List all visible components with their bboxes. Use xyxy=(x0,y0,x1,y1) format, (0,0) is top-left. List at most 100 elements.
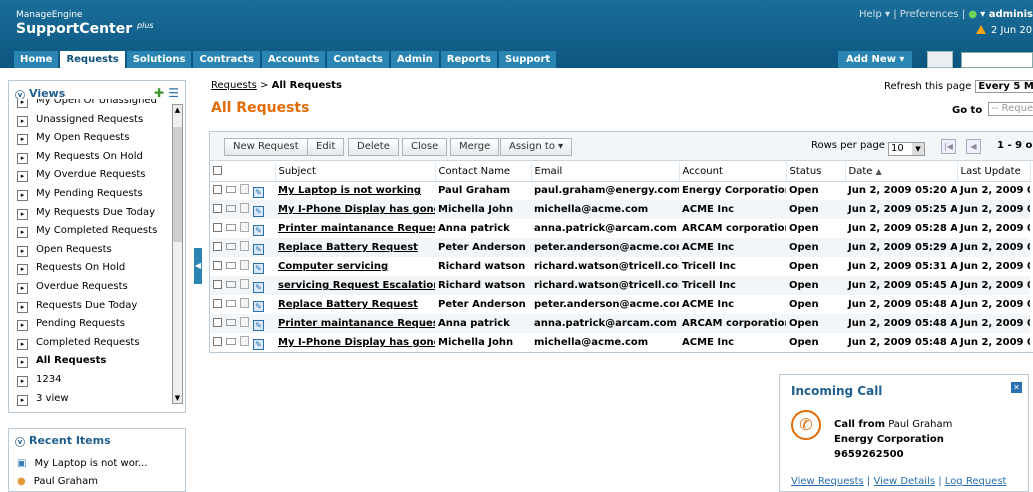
mail-icon[interactable] xyxy=(226,242,236,250)
row-checkbox[interactable] xyxy=(213,260,222,270)
top-search-input[interactable] xyxy=(961,52,1033,68)
mail-icon[interactable] xyxy=(226,261,236,269)
row-subject-link[interactable]: My I-Phone Display has gone xyxy=(275,200,435,219)
list-view-icon[interactable]: ☰ xyxy=(168,86,179,100)
select-all-checkbox[interactable] xyxy=(213,165,222,175)
edit-icon[interactable]: ✎ xyxy=(253,319,264,331)
view-item[interactable]: ▸ Requests Due Today xyxy=(17,297,137,315)
quick-action-icon[interactable] xyxy=(927,51,953,68)
view-item[interactable]: ▸ My Requests Due Today xyxy=(17,204,155,222)
view-item[interactable]: ▸ Unassigned Requests xyxy=(17,111,143,129)
table-row[interactable]: ✎ My I-Phone Display has gone Michella Joh… xyxy=(210,200,1030,219)
notes-icon[interactable] xyxy=(240,335,249,346)
view-item[interactable]: ▸ Pending Requests xyxy=(17,315,125,333)
add-new-button[interactable]: Add New ▾ xyxy=(838,51,913,68)
log-request-link[interactable]: Log Request xyxy=(945,476,1007,487)
table-row[interactable]: ✎ Replace Battery Request Peter Anderson pe… xyxy=(210,238,1030,257)
notes-icon[interactable] xyxy=(240,221,249,232)
mail-icon[interactable] xyxy=(226,337,236,345)
col-account[interactable]: Account xyxy=(679,162,787,182)
tab-admin[interactable]: Admin xyxy=(390,51,439,68)
table-row[interactable]: ✎ Replace Battery Request Peter Anderson pe… xyxy=(210,295,1030,314)
brand-logo[interactable]: SupportCenter plus xyxy=(16,21,154,37)
table-row[interactable]: ✎ servicing Request Escalation Richard wat… xyxy=(210,276,1030,295)
view-item[interactable]: ▸ Completed Requests xyxy=(17,334,140,352)
view-details-link[interactable]: View Details xyxy=(873,476,935,487)
recent-item[interactable]: ● Paul Graham xyxy=(17,476,98,487)
tab-solutions[interactable]: Solutions xyxy=(126,51,192,68)
notes-icon[interactable] xyxy=(240,240,249,251)
tab-requests[interactable]: Requests xyxy=(60,51,125,68)
table-row[interactable]: ✎ My I-Phone Display has gone Michella Joh… xyxy=(210,333,1030,352)
prev-page-icon[interactable]: ◀ xyxy=(966,139,981,154)
view-item[interactable]: ▸ My Pending Requests xyxy=(17,185,143,203)
row-checkbox[interactable] xyxy=(213,298,222,308)
view-item[interactable]: ▸ 3 view xyxy=(17,390,69,408)
edit-icon[interactable]: ✎ xyxy=(253,243,264,255)
row-checkbox[interactable] xyxy=(213,336,222,346)
edit-button[interactable]: Edit xyxy=(307,138,345,156)
edit-icon[interactable]: ✎ xyxy=(253,281,264,293)
recent-items-title[interactable]: v Recent Items xyxy=(15,434,111,447)
view-item[interactable]: ▸ 1234 xyxy=(17,371,61,389)
add-view-icon[interactable]: ✚ ☰ xyxy=(154,86,179,100)
row-subject-link[interactable]: Computer servicing xyxy=(275,257,435,276)
view-item[interactable]: ▸ Overdue Requests xyxy=(17,278,128,296)
row-checkbox[interactable] xyxy=(213,241,222,251)
row-subject-link[interactable]: Printer maintanance Request xyxy=(275,219,435,238)
table-row[interactable]: ✎ My Laptop is not working Paul Graham paul… xyxy=(210,181,1030,200)
preferences-link[interactable]: Preferences xyxy=(900,9,959,20)
row-subject-link[interactable]: servicing Request Escalation xyxy=(275,276,435,295)
row-subject-link[interactable]: My I-Phone Display has gone xyxy=(275,333,435,352)
col-date[interactable]: Date ▲ xyxy=(845,162,958,182)
mail-icon[interactable] xyxy=(226,299,236,307)
sidebar-collapse-handle[interactable]: ◀ xyxy=(194,248,202,284)
row-subject-link[interactable]: Replace Battery Request xyxy=(275,295,435,314)
assign-to-button[interactable]: Assign to ▾ xyxy=(500,138,573,156)
row-checkbox[interactable] xyxy=(213,203,222,213)
scroll-up-icon[interactable]: ▲ xyxy=(173,105,182,115)
view-item[interactable]: ▸ My Overdue Requests xyxy=(17,166,145,184)
notes-icon[interactable] xyxy=(240,278,249,289)
collapse-icon[interactable]: v xyxy=(15,437,25,447)
mail-icon[interactable] xyxy=(226,223,236,231)
view-item[interactable]: ▸ Requests On Hold xyxy=(17,259,125,277)
mail-icon[interactable] xyxy=(226,318,236,326)
rows-per-page-select[interactable]: 10 ▼ xyxy=(887,142,925,156)
col-last-update[interactable]: Last Update xyxy=(957,162,1031,182)
tab-contacts[interactable]: Contacts xyxy=(327,51,389,68)
mail-icon[interactable] xyxy=(226,204,236,212)
table-row[interactable]: ✎ Printer maintanance Request Anna patrick… xyxy=(210,314,1030,333)
refresh-select[interactable]: Every 5 Minu xyxy=(975,80,1033,93)
recent-item[interactable]: ▣ My Laptop is not wor... xyxy=(17,458,148,469)
tab-reports[interactable]: Reports xyxy=(440,51,497,68)
row-checkbox[interactable] xyxy=(213,184,222,194)
user-menu[interactable]: ▾ adminis xyxy=(980,9,1033,20)
close-button[interactable]: Close xyxy=(402,138,448,156)
notes-icon[interactable] xyxy=(240,183,249,194)
row-subject-link[interactable]: My Laptop is not working xyxy=(275,181,435,200)
col-email[interactable]: Email xyxy=(531,162,680,182)
notes-icon[interactable] xyxy=(240,202,249,213)
view-requests-link[interactable]: View Requests xyxy=(791,476,864,487)
col-contact[interactable]: Contact Name xyxy=(435,162,532,182)
notes-icon[interactable] xyxy=(240,297,249,308)
notes-icon[interactable] xyxy=(240,316,249,327)
scroll-down-icon[interactable]: ▼ xyxy=(173,393,182,403)
table-row[interactable]: ✎ Computer servicing Richard watson richard… xyxy=(210,257,1030,276)
view-item[interactable]: ▸ Open Requests xyxy=(17,241,112,259)
view-item[interactable]: ▸ My Requests On Hold xyxy=(17,148,143,166)
delete-button[interactable]: Delete xyxy=(348,138,399,156)
mail-icon[interactable] xyxy=(226,280,236,288)
col-status[interactable]: Status xyxy=(786,162,846,182)
edit-icon[interactable]: ✎ xyxy=(253,338,264,350)
close-icon[interactable]: ✕ xyxy=(1011,382,1022,393)
scroll-thumb[interactable] xyxy=(173,127,182,242)
row-subject-link[interactable]: Replace Battery Request xyxy=(275,238,435,257)
view-item[interactable]: ▸ My Open Or Unassigned xyxy=(17,99,157,110)
row-checkbox[interactable] xyxy=(213,317,222,327)
tab-accounts[interactable]: Accounts xyxy=(261,51,326,68)
goto-input[interactable]: -- Reque xyxy=(988,102,1033,116)
col-subject[interactable]: Subject xyxy=(275,162,436,182)
view-item[interactable]: ▸ My Open Requests xyxy=(17,129,129,147)
